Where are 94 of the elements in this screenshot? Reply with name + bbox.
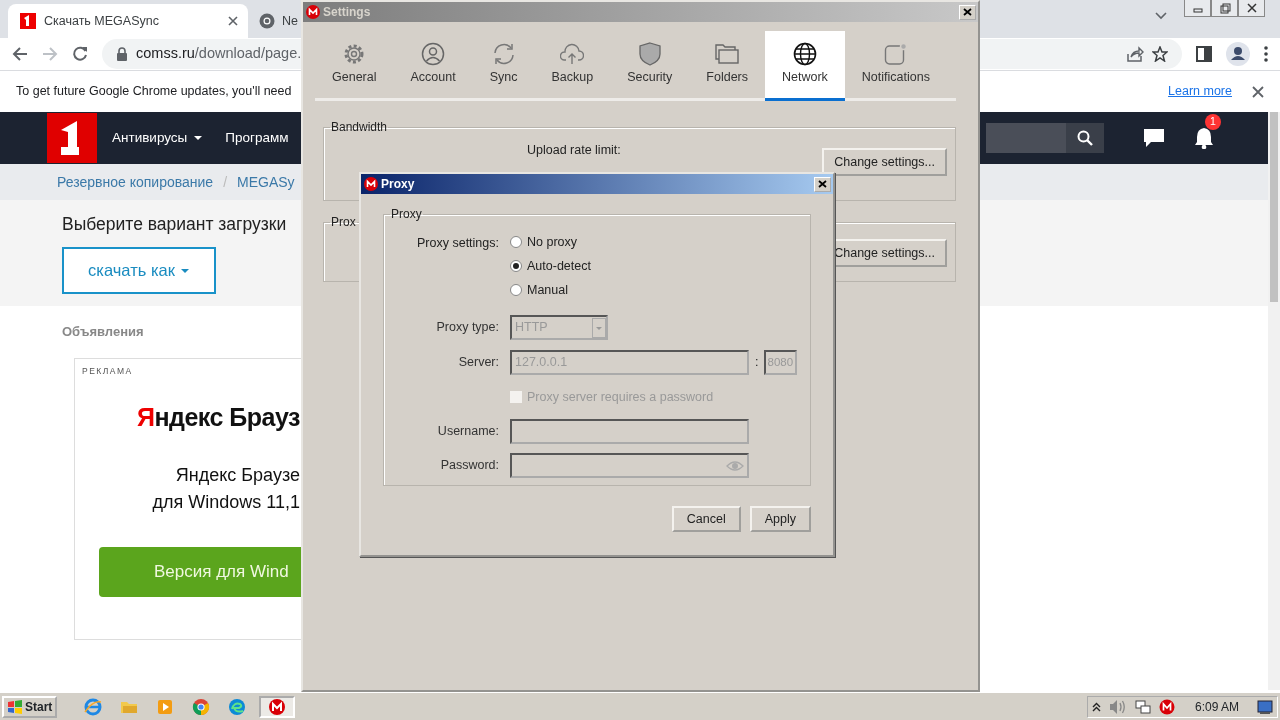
download-dropdown-button[interactable]: скачать как [62,247,216,294]
back-icon[interactable] [12,46,28,62]
network-icon[interactable] [1134,698,1151,715]
tab-search-icon[interactable] [1155,12,1167,20]
group-title: Bandwidth [330,121,389,133]
close-icon[interactable] [1252,85,1264,98]
bell-icon[interactable] [1194,127,1214,150]
share-icon[interactable] [1126,46,1144,62]
nav-link[interactable]: Программ [203,127,289,149]
close-icon [818,180,827,188]
port-separator: : [755,354,759,372]
settings-tab[interactable]: Folders [689,31,765,101]
field-label: Username: [436,423,499,441]
breadcrumb-separator: / [223,172,227,192]
infobar-message: To get future Google Chrome updates, you'll need [16,83,292,101]
browser-tab[interactable]: Ne [252,4,301,38]
site-logo[interactable] [47,113,97,163]
sync-icon [491,42,516,67]
close-icon [963,8,972,16]
browser-tab[interactable]: Скачать MEGASync [8,4,248,38]
ad-label: РЕКЛАМА [82,364,134,378]
settings-tab[interactable]: Network [765,31,845,101]
window-title: Settings [323,4,372,21]
settings-tab[interactable]: General [315,31,394,101]
shield-icon [637,42,662,67]
ad-brand: Яндекс Брауз [135,402,300,434]
nav-link[interactable]: Антивирусы [97,127,204,149]
address-text: comss.ru/download/page. [136,44,302,64]
dialog-button[interactable]: Cancel [671,506,741,532]
field-label: Proxy type: [435,319,499,337]
proxy-type-dropdown: HTTP [510,315,608,340]
show-desktop-icon[interactable] [1257,699,1273,714]
chat-icon[interactable] [1143,128,1165,148]
restore-button[interactable] [1211,0,1238,17]
radio-option[interactable]: Auto-detect [510,254,802,278]
caret-icon [179,267,190,274]
settings-tab[interactable]: Backup [534,31,611,101]
restore-icon [1217,2,1232,14]
side-panel-icon[interactable] [1196,46,1212,62]
close-icon [1244,2,1259,14]
change-settings-button[interactable]: Change settings... [822,148,947,176]
radio-option[interactable]: Manual [510,278,802,302]
profile-icon[interactable] [1226,42,1250,66]
settings-tab[interactable]: Account [393,31,473,101]
lock-icon [116,47,128,61]
clock: 6:09 AM [1194,698,1239,716]
taskbar-app[interactable] [259,695,296,718]
close-button[interactable] [1238,0,1265,17]
edge-icon [228,697,247,716]
reload-icon[interactable] [72,46,88,62]
search-field[interactable] [986,123,1066,153]
person-icon [421,42,446,67]
port-field: 8080 [764,350,798,375]
menu-icon[interactable] [1264,46,1268,62]
start-button[interactable]: Start [2,695,58,718]
folders-icon [715,42,740,67]
group-title: Proxy [390,208,423,220]
dialog-title: Proxy [381,176,416,193]
cloud-upload-icon [560,42,585,67]
field-label: Server: [457,354,499,372]
app-logo-icon[interactable] [1158,698,1175,715]
ads-heading: Объявления [62,323,144,341]
browser-icon [84,697,103,716]
notification-icon [883,42,908,67]
settings-tab[interactable]: Notifications [844,31,947,101]
close-icon[interactable] [228,16,238,26]
field-label: Proxy settings: [416,235,499,252]
site-favicon-icon [20,13,36,29]
minimize-button[interactable] [1184,0,1211,17]
globe-icon [792,42,817,67]
learn-more-link[interactable]: Learn more [1168,82,1232,101]
bookmark-star-icon[interactable] [1152,46,1168,62]
search-button[interactable] [1066,123,1104,153]
app-logo-icon [306,5,320,19]
app-logo-icon [364,177,378,191]
dialog-button[interactable]: Apply [749,506,811,532]
ad-text: Яндекс Браузе для Windows 11,1 [151,463,300,514]
group-title: Prox [330,216,357,228]
section-heading: Выберите вариант загрузки [62,214,287,235]
notification-badge: 1 [1205,113,1221,130]
field-label: Upload rate limit: [527,142,621,159]
field-label: Password: [439,457,499,475]
windows-logo-icon [7,699,23,714]
server-field: 127.0.0.1 [510,350,749,375]
settings-tab[interactable]: Security [610,31,690,101]
show-hidden-icon[interactable] [1091,701,1101,712]
media-player-icon [156,697,175,716]
breadcrumb-link[interactable]: MEGASy [237,171,295,193]
scrollbar[interactable] [1268,112,1280,690]
app-logo-icon [268,697,287,716]
search-icon [1077,130,1093,146]
settings-tab[interactable]: Sync [472,31,535,101]
radio-option[interactable]: No proxy [510,230,802,254]
breadcrumb-link[interactable]: Резервное копирование [57,171,214,193]
